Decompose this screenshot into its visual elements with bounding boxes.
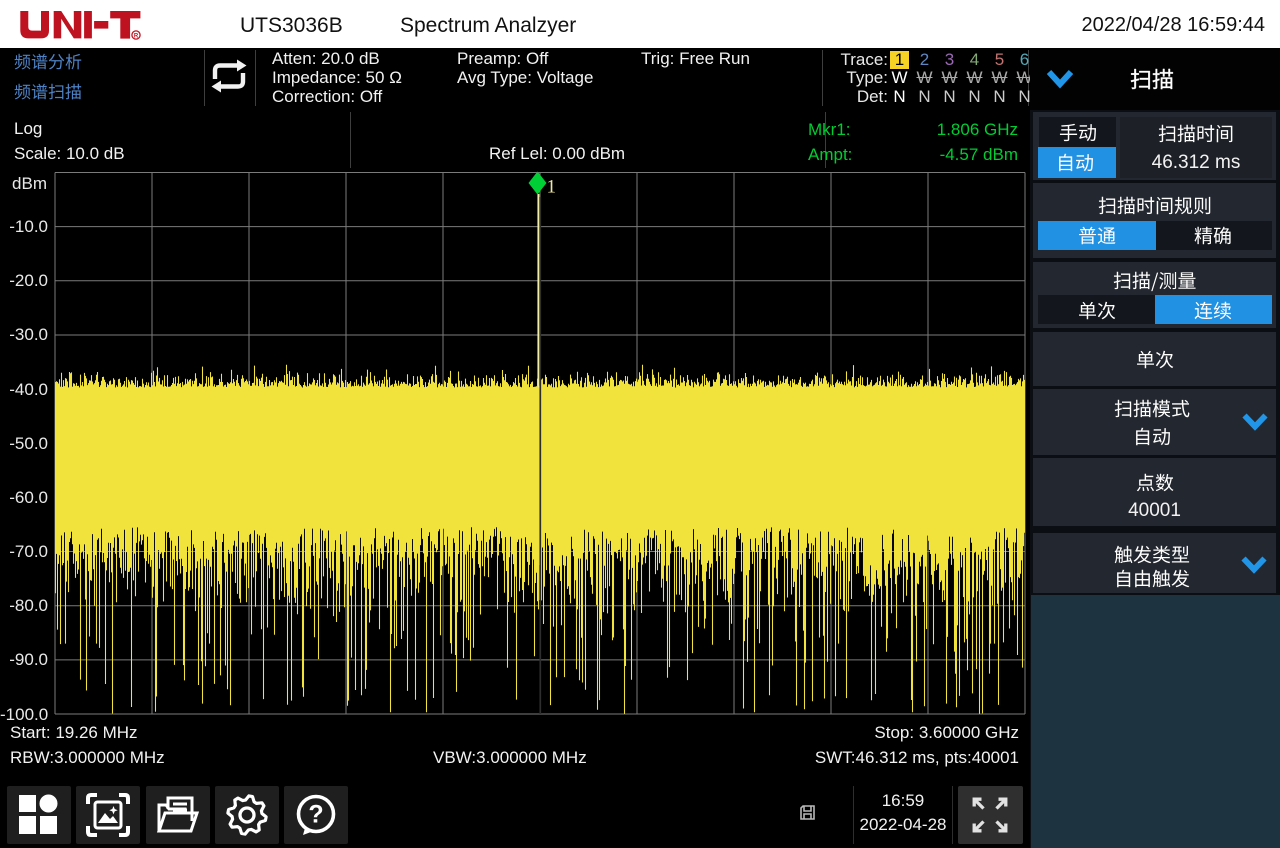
svg-text:?: ? <box>308 801 323 829</box>
svg-text:1: 1 <box>547 177 557 198</box>
